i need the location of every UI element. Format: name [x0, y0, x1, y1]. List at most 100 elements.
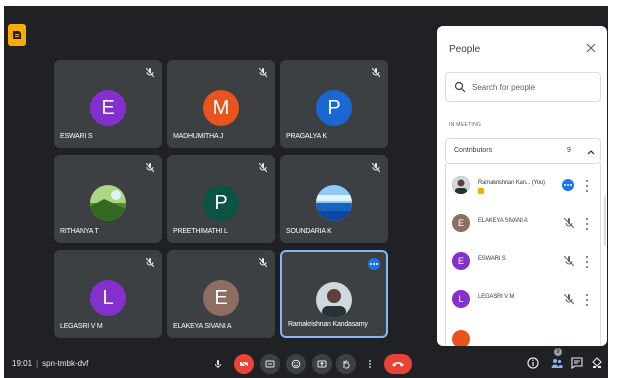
participant-tile[interactable]: P PRAGALYA K [280, 60, 388, 148]
participant-tile[interactable]: E ESWARI S [54, 60, 162, 148]
group-count: 9 [567, 147, 571, 154]
participant-name: PREETHIMATHI L [173, 228, 228, 235]
group-label: Contributors [454, 147, 493, 154]
mic-icon [215, 360, 221, 368]
meeting-code: spn-tmbk-dvf [42, 359, 89, 368]
speaking-indicator-icon [562, 179, 574, 191]
participant-avatar: P [316, 90, 352, 126]
present-button[interactable] [312, 354, 332, 374]
chat-icon [571, 357, 583, 369]
mic-off-icon [372, 163, 380, 173]
participant-tile[interactable]: M MADHUMITHA J [167, 60, 275, 148]
participant-avatar: E [203, 280, 239, 316]
camera-off-icon [239, 359, 249, 369]
participant-name: ESWARI S [478, 256, 506, 262]
info-icon [527, 357, 539, 369]
avatar: E [452, 214, 470, 232]
participant-avatar: M [203, 90, 239, 126]
meeting-stage: E ESWARI S M MADHUMITHA J P PRAGALYA K R… [4, 6, 608, 378]
raise-hand-button[interactable] [336, 354, 356, 374]
host-controls-icon[interactable] [8, 24, 26, 46]
participant-avatar: P [203, 185, 239, 221]
close-icon[interactable] [585, 42, 597, 54]
search-icon [454, 81, 466, 93]
more-options-button[interactable] [360, 354, 380, 374]
section-label: IN MEETING [449, 122, 482, 128]
participant-avatar: E [90, 90, 126, 126]
raise-hand-icon [343, 360, 350, 369]
captions-icon [265, 360, 275, 368]
reactions-button[interactable] [286, 354, 306, 374]
contributors-group-header[interactable]: Contributors 9 [445, 138, 601, 164]
participant-photo [316, 185, 352, 221]
participant-name: LEGASRI V M [60, 323, 103, 330]
list-item[interactable]: E ESWARI S [446, 244, 602, 280]
participant-name: ESWARI S [60, 133, 93, 140]
mic-off-icon[interactable] [564, 256, 574, 267]
people-icon [551, 359, 563, 368]
participant-tile[interactable]: RITHANYA T [54, 155, 162, 243]
participant-photo [316, 282, 352, 318]
participant-name: LEGASRI V M [478, 294, 515, 300]
mic-off-icon [372, 68, 380, 78]
activities-icon [592, 357, 602, 368]
avatar: L [452, 290, 470, 308]
end-call-button[interactable] [384, 354, 412, 374]
mic-off-icon[interactable] [564, 218, 574, 229]
mic-off-icon [259, 163, 267, 173]
participant-name: RITHANYA T [60, 228, 99, 235]
speaking-indicator-icon [368, 258, 380, 270]
activities-button[interactable] [590, 356, 604, 370]
participant-tile[interactable]: P PREETHIMATHI L [167, 155, 275, 243]
more-icon [369, 360, 371, 368]
more-options-icon[interactable] [584, 293, 590, 307]
list-item[interactable]: L LEGASRI V M [446, 282, 602, 318]
participant-tile[interactable]: E ELAKEYA SIVANI A [167, 250, 275, 338]
host-badge-icon [478, 188, 484, 194]
people-button[interactable] [550, 356, 564, 370]
search-placeholder: Search for people [472, 83, 536, 92]
list-item[interactable]: Ramakrishnan Kan... (You) [446, 168, 602, 204]
participant-tile-self[interactable]: Ramakrishnan Kandasamy [280, 250, 388, 338]
more-options-icon[interactable] [584, 217, 590, 231]
mic-off-icon [146, 163, 154, 173]
participant-name: ELAKEYA SIVANI A [173, 323, 232, 330]
participant-name: PRAGALYA K [286, 133, 327, 140]
people-count-badge: 9 [554, 348, 562, 356]
participant-name: Ramakrishnan Kandasamy [288, 321, 368, 328]
meeting-time: 19:01 [12, 359, 33, 368]
more-options-icon[interactable] [584, 255, 590, 269]
participant-name: Ramakrishnan Kan... (You) [478, 180, 545, 186]
mic-button[interactable] [208, 354, 228, 374]
participant-tile[interactable]: SOUNDARIA K [280, 155, 388, 243]
chat-button[interactable] [570, 356, 584, 370]
participant-name: MADHUMITHA J [173, 133, 224, 140]
meet-window: E ESWARI S M MADHUMITHA J P PRAGALYA K R… [0, 0, 620, 378]
present-icon [317, 360, 327, 368]
mic-off-icon [146, 68, 154, 78]
mic-off-icon [146, 258, 154, 268]
meeting-details-button[interactable] [526, 356, 540, 370]
participant-tile[interactable]: L LEGASRI V M [54, 250, 162, 338]
mic-off-icon[interactable] [564, 294, 574, 305]
search-people-field[interactable]: Search for people [445, 72, 601, 102]
list-item[interactable] [446, 322, 602, 346]
participant-photo [90, 185, 126, 221]
participant-avatar: L [90, 280, 126, 316]
separator: | [36, 359, 39, 368]
avatar [452, 330, 470, 346]
mic-off-icon [259, 68, 267, 78]
emoji-icon [291, 359, 301, 369]
panel-title: People [449, 44, 481, 55]
participant-name: SOUNDARIA K [286, 228, 332, 235]
participant-name: ELAKEYA SIVANI A [478, 218, 528, 224]
mic-off-icon [259, 258, 267, 268]
people-list: Ramakrishnan Kan... (You) E ELAKEYA SIVA… [445, 164, 601, 346]
camera-button[interactable] [234, 354, 254, 374]
list-item[interactable]: E ELAKEYA SIVANI A [446, 206, 602, 242]
end-call-icon [392, 362, 404, 367]
panel-scrollbar[interactable] [604, 196, 606, 246]
more-options-icon[interactable] [584, 179, 590, 193]
captions-button[interactable] [260, 354, 280, 374]
chevron-up-icon [587, 150, 595, 155]
